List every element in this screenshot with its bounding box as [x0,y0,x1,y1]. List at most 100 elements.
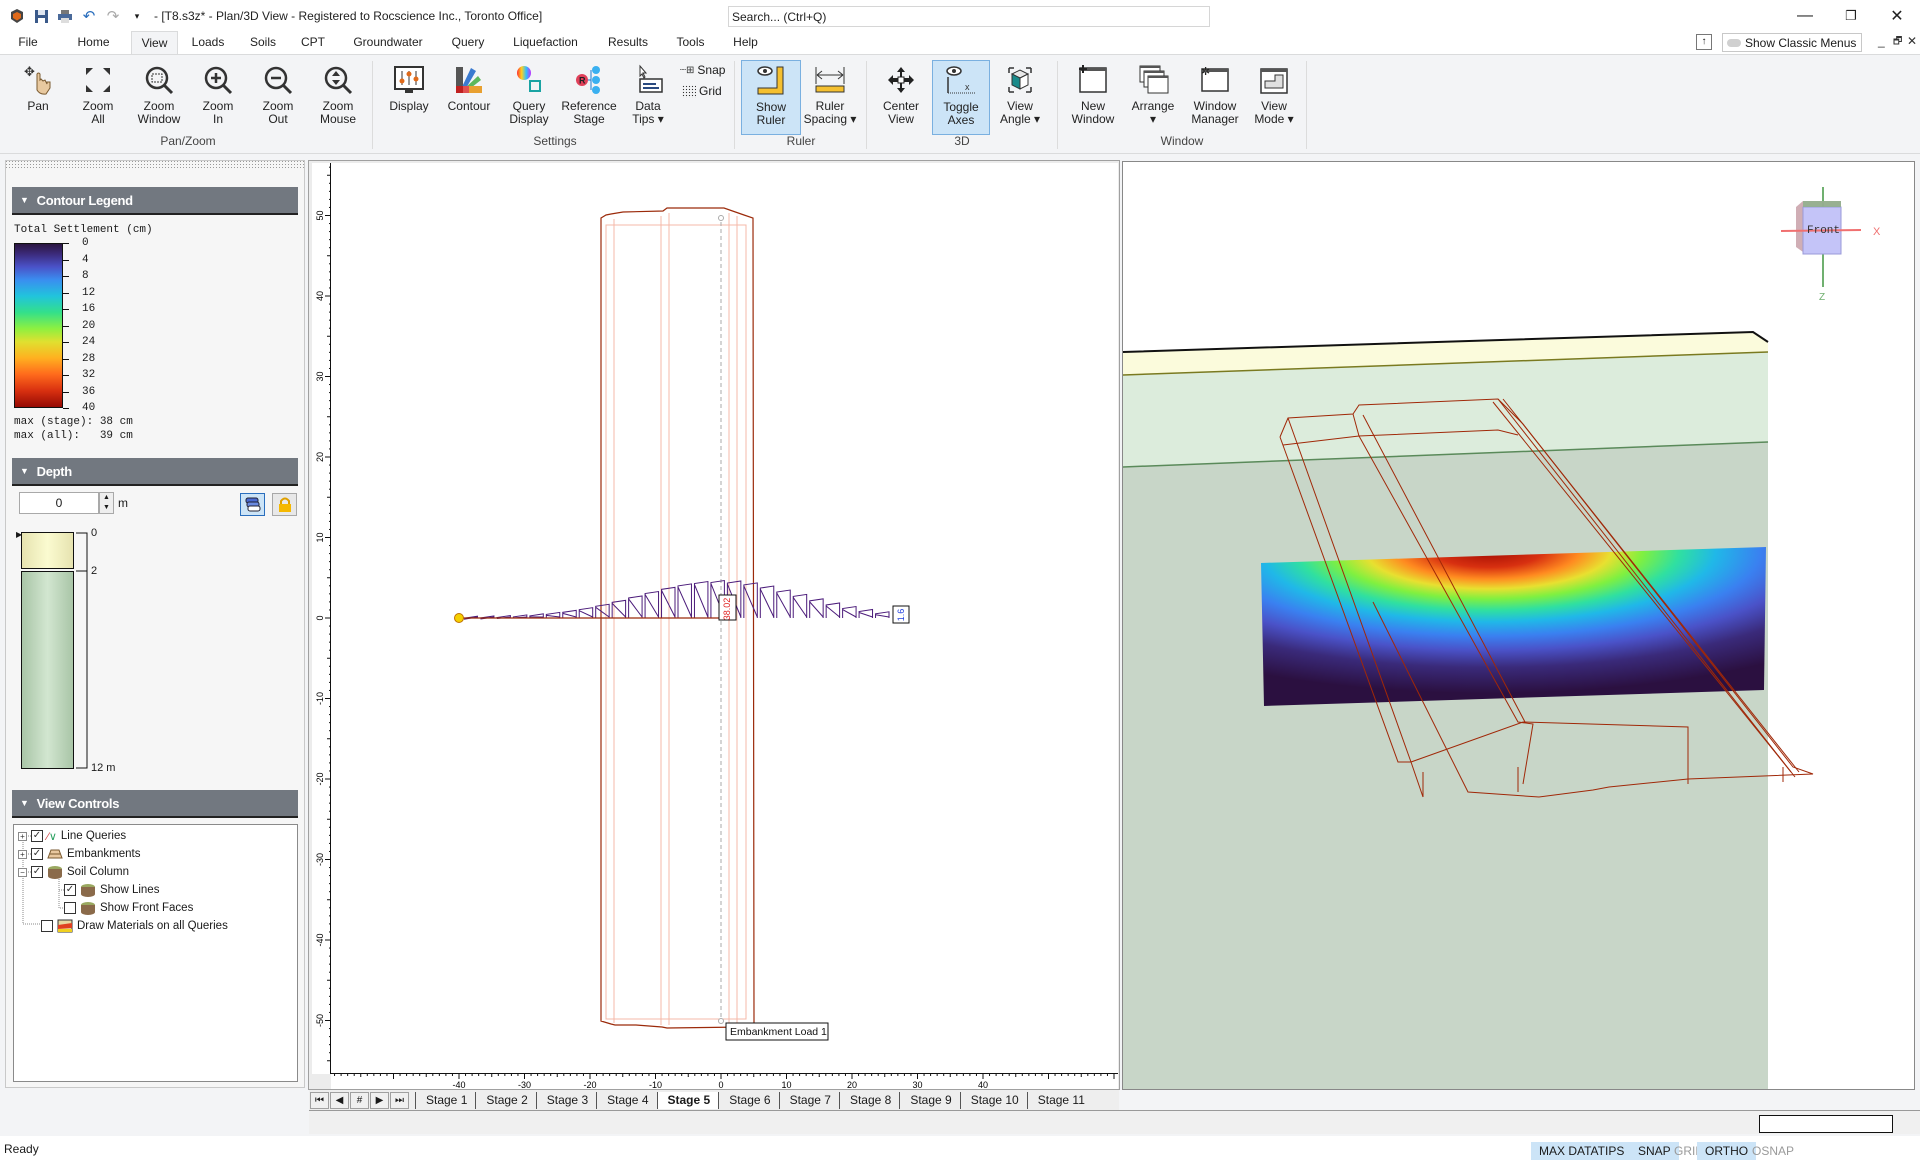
3d-view-canvas[interactable]: Front X Z [1122,161,1915,1090]
stage-tab[interactable]: Stage 6 [718,1091,778,1109]
pan-button[interactable]: ✥ Pan [12,60,64,135]
checkbox[interactable] [64,902,76,914]
zoom-in-button[interactable]: Zoom In [192,60,244,135]
zoom-out-button[interactable]: Zoom Out [252,60,304,135]
tree-item-draw-materials[interactable]: Draw Materials on all Queries [41,918,228,934]
last-stage-button[interactable]: ⏭ [390,1091,409,1109]
view-mode-button[interactable]: View Mode ▾ [1248,60,1300,135]
tab-soils[interactable]: Soils [238,31,288,54]
print-icon[interactable] [56,7,74,25]
depth-header[interactable]: ▼ Depth [12,458,298,486]
checkbox[interactable] [41,920,53,932]
contour-button[interactable]: Contour [440,60,498,135]
tab-cpt[interactable]: CPT [288,31,338,54]
tab-home[interactable]: Home [56,31,131,54]
save-icon[interactable] [32,7,50,25]
tab-help[interactable]: Help [718,31,773,54]
layers-button[interactable] [240,493,265,516]
zoom-mouse-icon [312,62,364,98]
horizontal-ruler[interactable]: -40 -30 -20 -10 0 10 20 30 40 [331,1073,1118,1090]
vertical-ruler[interactable]: 50 40 30 20 10 0 -10 -20 -30 -40 -50 [312,163,331,1074]
zoom-all-button[interactable]: Zoom All [72,60,124,135]
expand-icon[interactable]: + [18,831,27,841]
stage-tab[interactable]: Stage 9 [899,1091,959,1109]
show-classic-menus-toggle[interactable]: Show Classic Menus [1722,33,1862,52]
view-angle-button[interactable]: View Angle ▾ [992,60,1048,135]
toggle-axes-button[interactable]: x Toggle Axes [932,60,990,135]
checkbox[interactable]: ✓ [64,884,76,896]
plan-view-canvas[interactable]: 38.02 1.6 Embankment Load 1 [331,163,1118,1074]
center-view-button[interactable]: Center View [872,60,930,135]
checkbox[interactable]: ✓ [31,866,43,878]
search-input[interactable]: Search... (Ctrl+Q) [728,6,1210,27]
first-stage-button[interactable]: ⏮ [310,1091,329,1109]
soil-layer-2-face [1123,442,1768,1089]
ruler-spacing-button[interactable]: Ruler Spacing ▾ [801,60,859,135]
tree-item-show-front-faces[interactable]: Show Front Faces [64,900,193,916]
close-button[interactable]: ✕ [1874,0,1920,32]
stage-tab[interactable]: Stage 2 [475,1091,535,1109]
zoom-mouse-button[interactable]: Zoom Mouse [312,60,364,135]
query-display-button[interactable]: Query Display [500,60,558,135]
depth-stepper[interactable]: ▲ ▼ [99,492,114,514]
mdi-restore-button[interactable]: 🗗 [1893,34,1902,51]
expand-icon[interactable]: + [18,849,27,859]
tree-item-soil-column[interactable]: − ✓ Soil Column [18,864,129,880]
snap-icon: ┈⊞ [680,64,695,76]
tree-item-embankments[interactable]: + ✓ Embankments [18,846,141,862]
status-toggle-osnap[interactable]: OSNAP [1744,1142,1802,1160]
lock-button[interactable] [272,493,297,516]
tab-loads[interactable]: Loads [178,31,238,54]
tab-groundwater[interactable]: Groundwater [338,31,438,54]
tab-tools[interactable]: Tools [663,31,718,54]
next-stage-button[interactable]: ▶ [370,1091,389,1109]
tree-item-line-queries[interactable]: + ✓ ∕∨ Line Queries [18,828,126,844]
minimize-button[interactable]: — [1782,0,1828,32]
grid-button[interactable]: Grid [682,84,722,98]
redo-icon[interactable]: ↷ [104,7,122,25]
display-button[interactable]: Display [380,60,438,135]
line-query-icon: ∕∨ [47,830,57,843]
view-controls-header[interactable]: ▼ View Controls [12,790,298,818]
mdi-minimize-button[interactable]: _ [1878,34,1885,48]
restore-button[interactable]: ❐ [1828,0,1874,32]
reference-stage-button[interactable]: R Reference Stage [558,60,620,135]
show-ruler-button[interactable]: Show Ruler [741,60,801,135]
zoom-window-button[interactable]: Zoom Window [132,60,186,135]
data-tips-button[interactable]: Data Tips ▾ [624,60,672,135]
tab-file[interactable]: File [0,31,56,54]
ruler-label: -40 [315,933,325,946]
ribbon-pin-icon[interactable]: ↑ [1696,34,1712,50]
checkbox[interactable]: ✓ [31,830,43,842]
stage-number-button[interactable]: # [350,1091,369,1109]
depth-input[interactable]: 0 [19,492,99,514]
tab-view[interactable]: View [131,31,178,54]
status-toggle-max-datatips[interactable]: MAX DATATIPS [1531,1142,1633,1160]
mdi-close-button[interactable]: ✕ [1907,34,1917,48]
stage-tab[interactable]: Stage 11 [1026,1091,1093,1109]
tab-results[interactable]: Results [593,31,663,54]
new-window-button[interactable]: New Window [1064,60,1122,135]
stage-tab[interactable]: Stage 3 [535,1091,596,1109]
stage-tab[interactable]: Stage 10 [959,1091,1027,1109]
tab-liquefaction[interactable]: Liquefaction [498,31,593,54]
collapse-icon[interactable]: − [18,867,27,877]
app-logo-icon[interactable] [8,7,26,25]
snap-button[interactable]: ┈⊞ Snap [680,63,725,77]
panel-grip-handle[interactable] [5,160,305,170]
stage-tab[interactable]: Stage 4 [596,1091,656,1109]
tree-item-show-lines[interactable]: ✓ Show Lines [64,882,159,898]
stage-tab[interactable]: Stage 7 [778,1091,839,1109]
window-manager-button[interactable]: ✲ Window Manager [1184,60,1246,135]
prev-stage-button[interactable]: ◀ [330,1091,349,1109]
stage-tab[interactable]: Stage 8 [838,1091,899,1109]
stage-tab[interactable]: Stage 5 [656,1091,719,1109]
customize-qat-icon[interactable]: ▾ [128,7,146,25]
arrange-button[interactable]: Arrange ▾ [1124,60,1182,135]
contour-legend-header[interactable]: ▼ Contour Legend [12,187,298,215]
checkbox[interactable]: ✓ [31,848,43,860]
view-mode-icon [1248,62,1300,98]
stage-tab[interactable]: Stage 1 [415,1091,475,1109]
undo-icon[interactable]: ↶ [80,7,98,25]
tab-query[interactable]: Query [438,31,498,54]
